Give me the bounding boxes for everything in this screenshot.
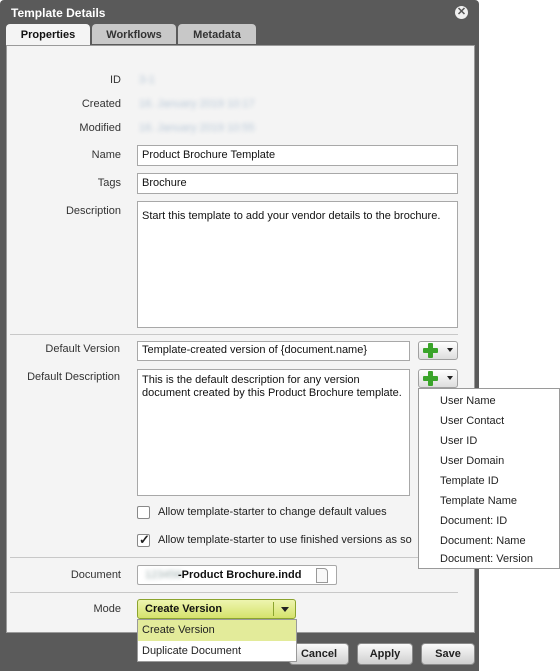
chevron-down-icon: [281, 607, 289, 612]
insert-placeholder-button-2[interactable]: [418, 369, 458, 388]
chevron-down-icon: [447, 348, 453, 352]
mode-option-create-version[interactable]: Create Version: [138, 620, 296, 641]
cancel-button[interactable]: Cancel: [289, 643, 349, 665]
menu-item-label: Document: ID: [440, 515, 508, 527]
tags-label: Tags: [97, 177, 121, 189]
name-label: Name: [91, 149, 121, 161]
modified-label: Modified: [79, 122, 121, 134]
name-input[interactable]: Product Brochure Template: [137, 145, 458, 166]
allow-change-checkbox[interactable]: [137, 506, 150, 519]
save-button[interactable]: Save: [421, 643, 475, 665]
default-description-textarea[interactable]: This is the default description for any …: [137, 369, 410, 496]
default-description-label: Default Description: [27, 371, 120, 383]
menu-item-document-name[interactable]: Document: Name: [419, 532, 559, 552]
mode-select[interactable]: Create Version: [137, 599, 296, 619]
menu-item-label: User Domain: [440, 455, 505, 467]
menu-item-template-name[interactable]: Template Name: [419, 492, 559, 512]
tab-metadata[interactable]: Metadata: [178, 24, 256, 44]
divider: [10, 334, 458, 335]
menu-item-label: Template Name: [440, 495, 518, 507]
add-icon: [423, 371, 438, 386]
menu-item-user-name[interactable]: User Name: [419, 392, 559, 412]
mode-options-menu: Create Version Duplicate Document: [137, 619, 297, 662]
menu-item-user-domain[interactable]: User Domain: [419, 452, 559, 472]
menu-item-user-id[interactable]: User ID: [419, 432, 559, 452]
template-details-dialog: Template Details ✕ Properties Workflows …: [0, 0, 479, 671]
tags-input[interactable]: Brochure: [137, 173, 458, 194]
id-label: ID: [110, 74, 121, 86]
close-icon[interactable]: ✕: [455, 6, 468, 19]
dialog-title: Template Details: [11, 6, 106, 20]
menu-item-label: User Contact: [440, 415, 505, 427]
default-version-label: Default Version: [45, 343, 120, 355]
created-value: 16. January 2019 10:17: [139, 98, 255, 110]
allow-change-label: Allow template-starter to change default…: [158, 506, 387, 518]
divider: [10, 557, 458, 558]
menu-item-label: User ID: [440, 435, 478, 447]
menu-item-label: Document: Name: [440, 535, 526, 547]
placeholder-menu: User Name User Contact User ID User Doma…: [418, 388, 560, 569]
menu-item-label: User Name: [440, 395, 496, 407]
apply-button[interactable]: Apply: [357, 643, 413, 665]
dialog-titlebar: Template Details ✕: [0, 0, 479, 24]
document-field[interactable]: 123456 -Product Brochure.indd: [137, 565, 337, 585]
id-value: 3-1: [139, 74, 155, 86]
chevron-down-icon: [447, 376, 453, 380]
document-label: Document: [70, 569, 121, 581]
mode-select-divider: [273, 602, 274, 616]
mode-option-label: Create Version: [142, 624, 215, 636]
divider: [10, 592, 458, 593]
menu-item-label: Document: Version: [440, 553, 533, 565]
mode-label: Mode: [93, 603, 121, 615]
allow-finished-label: Allow template-starter to use finished v…: [158, 534, 412, 546]
created-label: Created: [81, 98, 121, 110]
menu-item-document-id[interactable]: Document: ID: [419, 512, 559, 532]
mode-selected-value: Create Version: [145, 603, 223, 615]
document-blurred-prefix: 123456: [145, 569, 182, 581]
default-version-input[interactable]: Template-created version of {document.na…: [137, 341, 410, 361]
mode-option-label: Duplicate Document: [142, 645, 242, 657]
tab-properties[interactable]: Properties: [6, 24, 90, 46]
description-textarea[interactable]: Start this template to add your vendor d…: [137, 201, 458, 328]
description-label: Description: [65, 205, 121, 217]
modified-value: 16. January 2019 10:55: [139, 122, 255, 134]
insert-placeholder-button[interactable]: [418, 341, 458, 360]
document-filename: -Product Brochure.indd: [178, 569, 302, 581]
allow-finished-checkbox[interactable]: [137, 532, 150, 548]
menu-item-template-id[interactable]: Template ID: [419, 472, 559, 492]
menu-item-document-version[interactable]: Document: Version: [419, 552, 559, 570]
mode-option-duplicate-document[interactable]: Duplicate Document: [138, 641, 296, 661]
document-icon: [316, 568, 328, 583]
menu-item-user-contact[interactable]: User Contact: [419, 412, 559, 432]
add-icon: [423, 343, 438, 358]
tab-workflows[interactable]: Workflows: [92, 24, 176, 44]
menu-item-label: Template ID: [440, 475, 499, 487]
